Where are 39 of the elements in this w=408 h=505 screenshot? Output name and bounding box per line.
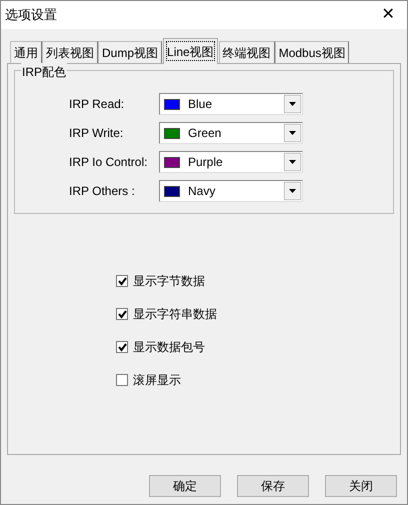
checkbox-label: 滚屏显示 — [133, 372, 181, 389]
checkmark-icon — [118, 342, 126, 352]
window-title: 选项设置 — [5, 6, 57, 24]
checkbox[interactable] — [116, 341, 128, 353]
color-dropdown[interactable]: Green — [159, 122, 303, 144]
tab[interactable]: Dump视图 — [98, 41, 162, 63]
dropdown-value: Green — [188, 125, 222, 142]
dropdown-arrow-icon — [284, 182, 301, 200]
dialog-button[interactable]: 保存 — [237, 475, 309, 497]
dropdown-arrow-icon — [284, 95, 301, 113]
tab[interactable]: 终端视图 — [218, 41, 275, 63]
checkbox-label: 显示数据包号 — [133, 339, 205, 356]
color-dropdown[interactable]: Navy — [159, 180, 303, 202]
color-dropdown[interactable]: Blue — [159, 93, 303, 115]
dropdown-value: Purple — [188, 154, 224, 171]
dropdown-arrow-icon — [284, 124, 301, 142]
checkmark-icon — [118, 276, 126, 286]
dropdown-value: Blue — [188, 96, 214, 113]
checkbox-label: 显示字符串数据 — [133, 306, 217, 323]
tab[interactable]: Line视图 — [163, 38, 218, 64]
dropdown-value: Navy — [188, 183, 216, 200]
field-label: IRP Others : — [69, 183, 136, 200]
checkbox[interactable] — [116, 275, 128, 287]
field-label: IRP Write: — [69, 125, 124, 142]
field-label: IRP Read: — [69, 96, 126, 113]
dialog-button[interactable]: 关闭 — [325, 475, 397, 497]
checkbox[interactable] — [116, 308, 128, 320]
color-dropdown[interactable]: Purple — [159, 151, 303, 173]
checkbox-label: 显示字节数据 — [133, 273, 205, 290]
checkmark-icon — [118, 310, 126, 318]
tab[interactable]: 通用 — [10, 41, 42, 63]
checkbox[interactable] — [116, 374, 128, 386]
group-title: IRP配色 — [21, 63, 68, 81]
tab[interactable]: Modbus视图 — [274, 41, 350, 63]
dialog-button[interactable]: 确定 — [149, 475, 221, 497]
field-label: IRP Io Control: — [69, 154, 148, 171]
dropdown-arrow-icon — [284, 153, 301, 171]
tab[interactable]: 列表视图 — [42, 41, 98, 63]
close-button[interactable]: ✕ — [373, 3, 403, 27]
